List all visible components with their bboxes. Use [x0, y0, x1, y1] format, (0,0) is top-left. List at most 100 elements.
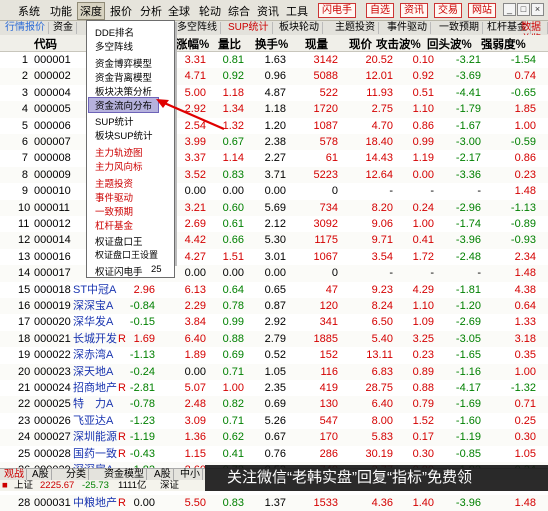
table-row[interactable]: 13 000016 4.27 1.51 3.01 1067 3.54 1.72 -2.48 2.3…: [0, 249, 548, 265]
table-row[interactable]: 11 000012 2.69 0.61 2.12 3092 9.06 1.00 -1.74 -0.…: [0, 216, 548, 232]
menu-item-theme[interactable]: 主题投资: [95, 176, 133, 190]
menu-depth[interactable]: 深度: [77, 2, 105, 20]
menu-item-fund-flow[interactable]: 资金流向分布: [87, 97, 160, 113]
tab-theme[interactable]: 主题投资: [332, 22, 379, 34]
menu-tools[interactable]: 工具: [286, 3, 308, 19]
tab-sup[interactable]: SUP统计: [225, 22, 273, 34]
tab-fund[interactable]: 资金: [50, 22, 77, 34]
cell-chg: -1.13: [129, 349, 155, 362]
watchlist-button[interactable]: 自选: [366, 3, 394, 18]
table-row[interactable]: 3 000004 5.00 1.18 4.87 522 11.93 0.51 -4.41 -0.6…: [0, 85, 548, 101]
table-row[interactable]: 21 000024 招商地产 R -2.81 5.07 1.00 2.35 419 28.75 0.…: [0, 380, 548, 396]
close-icon[interactable]: ×: [531, 3, 544, 16]
table-row[interactable]: 25 000028 国药一致 R -0.43 1.15 0.41 0.76 286 30.19 0.…: [0, 446, 548, 462]
tab-overview[interactable]: 数据总览: [518, 22, 548, 45]
menu-system[interactable]: 系统: [18, 3, 40, 19]
table-row[interactable]: 8 000009 3.52 0.83 3.71 5223 12.64 0.00 -3.36 0.2…: [0, 166, 548, 184]
cell-to: 0.67: [264, 431, 286, 444]
tab-sector-rotation[interactable]: 板块轮动: [276, 22, 323, 34]
menu-global[interactable]: 全球: [168, 3, 190, 19]
menu-bar: 系统 功能 深度 报价 分析 全球 轮动 综合 资讯 工具 闪电手 自选 资讯 …: [0, 0, 548, 21]
menu-item-sector-sup[interactable]: 板块SUP统计: [95, 128, 153, 142]
menu-item-main-wind[interactable]: 主力风向标: [95, 159, 143, 173]
menu-item-warrant-king[interactable]: 权证盘口王: [95, 234, 143, 248]
menu-news[interactable]: 资讯: [257, 3, 279, 19]
cell-atk: 0.79: [412, 398, 434, 411]
table-row[interactable]: 10 000011 3.21 0.60 5.69 734 8.20 0.24 -2.96 -1.1…: [0, 199, 548, 216]
table-row[interactable]: 20 000023 深天地A -0.24 0.00 0.71 1.05 116 6.83 0.89…: [0, 363, 548, 380]
cell-pct: 0.00: [184, 365, 206, 378]
col-pct[interactable]: 涨幅%: [176, 36, 209, 52]
col-attack[interactable]: 攻击波%: [376, 36, 421, 52]
table-row[interactable]: 28 000031 中粮地产 R 0.00 5.50 0.83 1.37 1533 4.36 1.4…: [0, 494, 548, 511]
menu-item-warrant-settings[interactable]: 权证盘口王设置: [95, 248, 158, 261]
menu-item-dde[interactable]: DDE排名: [95, 25, 134, 39]
tab-quote[interactable]: 行情报价: [2, 22, 49, 34]
cell-no: 23: [18, 414, 31, 427]
table-row[interactable]: 7 000008 3.37 1.14 2.27 61 14.43 1.19 -2.17 0.86: [0, 150, 548, 166]
table-row[interactable]: 17 000020 深华发A -0.15 3.84 0.99 2.92 341 6.50 1.09…: [0, 314, 548, 330]
menu-quote[interactable]: 报价: [110, 3, 132, 19]
table-row[interactable]: 14 000017 0.00 0.00 0.00 0 - - - 1.48: [0, 265, 548, 282]
menu-item-sup[interactable]: SUP统计: [95, 114, 134, 128]
cell-atk: 0.41: [412, 234, 434, 247]
minimize-icon[interactable]: _: [503, 3, 516, 16]
col-turnover[interactable]: 换手%: [255, 36, 288, 52]
col-price[interactable]: 现价: [349, 36, 372, 52]
cell-code: 000028: [34, 447, 71, 460]
news-button[interactable]: 资讯: [400, 3, 428, 18]
table-row[interactable]: 23 000026 飞亚达A -1.23 3.09 0.71 5.26 547 8.00 1.52…: [0, 413, 548, 429]
menu-function[interactable]: 功能: [50, 3, 72, 19]
cell-atk: 1.00: [412, 218, 434, 230]
table-row[interactable]: 16 000019 深深宝A -0.84 2.29 0.78 0.87 120 8.24 1.10…: [0, 298, 548, 315]
menu-item-event[interactable]: 事件驱动: [95, 190, 133, 204]
table-row[interactable]: 2 000002 4.71 0.92 0.96 5088 12.01 0.92 -3.69 0.7…: [0, 68, 548, 85]
menu-analysis[interactable]: 分析: [140, 3, 162, 19]
cell-price: 28.75: [365, 382, 393, 394]
table-row[interactable]: 24 000027 深圳能源 R -1.19 1.36 0.62 0.67 170 5.83 0.1…: [0, 429, 548, 446]
website-button[interactable]: 网站: [468, 3, 496, 18]
table-row[interactable]: 9 000010 0.00 0.00 0.00 0 - - - 1.48: [0, 183, 548, 199]
table-row[interactable]: 12 000014 4.42 0.66 5.30 1175 9.71 0.41 -3.96 -0.…: [0, 232, 548, 249]
trade-button[interactable]: 交易: [434, 3, 462, 18]
table-row[interactable]: 4 000005 2.92 1.34 1.18 1720 2.75 1.10 -1.79 1.85: [0, 101, 548, 118]
col-curvol[interactable]: 现量: [305, 36, 328, 52]
menu-item-warrant-flash[interactable]: 权证闪电手: [95, 264, 143, 278]
cell-pct: 3.31: [184, 54, 206, 66]
col-volratio[interactable]: 量比: [218, 36, 241, 52]
menu-rotation[interactable]: 轮动: [199, 3, 221, 19]
table-row[interactable]: 18 000021 长城开发 R 1.69 6.40 0.88 2.79 1885 5.40 3.2…: [0, 330, 548, 348]
table-row[interactable]: 6 000007 3.99 0.67 2.38 578 18.40 0.99 -3.00 -0.5…: [0, 134, 548, 151]
tab-consensus[interactable]: 一致预期: [436, 22, 483, 34]
menu-item-leverage[interactable]: 杠杆基金: [95, 218, 133, 232]
maximize-icon[interactable]: □: [517, 3, 530, 16]
cell-no: 14: [18, 267, 31, 280]
tab-long-short[interactable]: 多空阵线: [174, 22, 221, 34]
col-strength[interactable]: 强弱度%: [481, 36, 526, 52]
cell-code: 000017: [34, 267, 71, 280]
tab-event[interactable]: 事件驱动: [384, 22, 431, 34]
menu-item-consensus[interactable]: 一致预期: [95, 204, 133, 218]
cell-vr: 0.83: [222, 496, 244, 509]
table-row[interactable]: 1 000001 3.31 0.81 1.63 3142 20.52 0.10 -3.21 -1.…: [0, 52, 548, 68]
cell-name: 深圳能源: [73, 431, 117, 444]
cell-flag: R: [118, 496, 126, 509]
table-row[interactable]: 22 000025 特 力A -0.78 2.48 0.82 0.69 130 6.40 0.79…: [0, 396, 548, 413]
cell-no: 28: [18, 496, 31, 509]
flash-trade-button[interactable]: 闪电手: [318, 3, 356, 18]
cell-no: 7: [21, 152, 28, 165]
col-pullback[interactable]: 回头波%: [427, 36, 472, 52]
cell-code: 000011: [34, 201, 70, 214]
table-row[interactable]: 5 000006 2.54 1.32 1.20 1087 4.70 0.86 -1.67 1.00: [0, 118, 548, 134]
cell-no: 20: [18, 365, 31, 378]
table-row[interactable]: 15 000018 ST中冠A 2.96 6.13 0.64 0.65 47 9.23 4.29 -…: [0, 282, 548, 298]
col-code[interactable]: 代码: [34, 36, 57, 52]
cell-vr: 0.00: [222, 185, 244, 198]
menu-item-long-short[interactable]: 多空阵线: [95, 39, 133, 53]
menu-item-fund-game[interactable]: 资金博弈模型: [95, 56, 152, 70]
menu-item-sector-decision[interactable]: 板块决策分析: [95, 84, 152, 98]
menu-item-main-track[interactable]: 主力轨迹图: [95, 145, 143, 159]
table-row[interactable]: 19 000022 深赤湾A -1.13 1.89 0.69 0.52 152 13.11 0.2…: [0, 347, 548, 363]
menu-item-fund-diverge[interactable]: 资金背离模型: [95, 70, 152, 84]
menu-composite[interactable]: 综合: [228, 3, 250, 19]
